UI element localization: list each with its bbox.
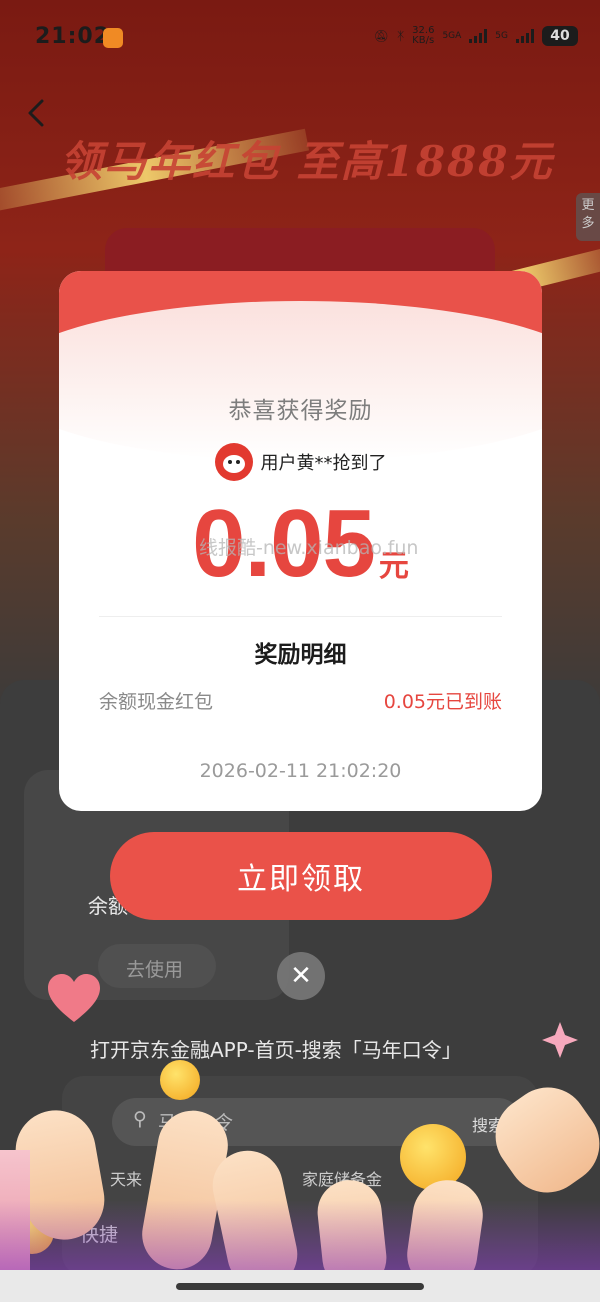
detail-label: 余额现金红包 [99,691,214,713]
search-icon: ⚲ [133,1108,147,1130]
reward-timestamp: 2026-02-11 21:02:20 [199,760,402,782]
jd-dog-avatar-icon [214,443,253,481]
laughing-emoji-icon [160,1060,200,1100]
close-icon[interactable]: ✕ [277,952,325,1000]
sim1-label: 5GA [442,31,462,41]
use-button-label: 去使用 [126,959,184,981]
home-indicator[interactable] [176,1283,424,1290]
status-time: 21:02 [35,24,111,49]
winner-text: 用户黄**抢到了 [260,453,387,474]
back-arrow-icon[interactable] [26,98,46,128]
modal-body: 恭喜获得奖励 用户黄**抢到了 0.05 元 线报酷-new.xianbao.f… [59,271,542,811]
chip-1: 天来 [110,1170,143,1189]
battery-icon: 40 [542,26,578,46]
status-bar: 21:02 🔕︎ ᛡ 32.6 KB/s 5GA 5G 40 [0,0,600,78]
purple-glow [0,1200,600,1280]
claim-now-button[interactable]: 立即领取 [110,832,492,920]
banner-title: 领马年红包 至高1888元 [60,137,554,186]
instruction-text: 打开京东金融APP-首页-搜索「马年口令」 [90,1038,462,1062]
bluetooth-icon: ᛡ [396,29,405,43]
heart-icon [48,974,100,1022]
signal-icon [469,29,488,43]
app-notification-icon [103,28,123,48]
mute-icon: 🔕︎ [373,29,389,43]
sim2-label: 5G [495,31,508,41]
signal-icon [516,29,534,43]
detail-title: 奖励明细 [254,642,347,668]
watermark-text: 线报酷-new.xianbao.fun [199,537,419,559]
reward-modal: 恭喜获得奖励 用户黄**抢到了 0.05 元 线报酷-new.xianbao.f… [59,271,542,811]
status-icons: 🔕︎ ᛡ 32.6 KB/s 5GA 5G 40 [374,26,578,46]
winner-row: 用户黄**抢到了 [59,443,542,481]
sparkle-star-icon [542,1022,578,1058]
divider [99,616,502,617]
detail-value: 0.05元已到账 [383,691,502,713]
side-more-tab[interactable]: 更多 [576,193,600,241]
net-speed: 32.6 KB/s [412,25,435,46]
congrats-title: 恭喜获得奖励 [228,398,373,424]
heart-eyes-emoji-icon [400,1124,466,1190]
